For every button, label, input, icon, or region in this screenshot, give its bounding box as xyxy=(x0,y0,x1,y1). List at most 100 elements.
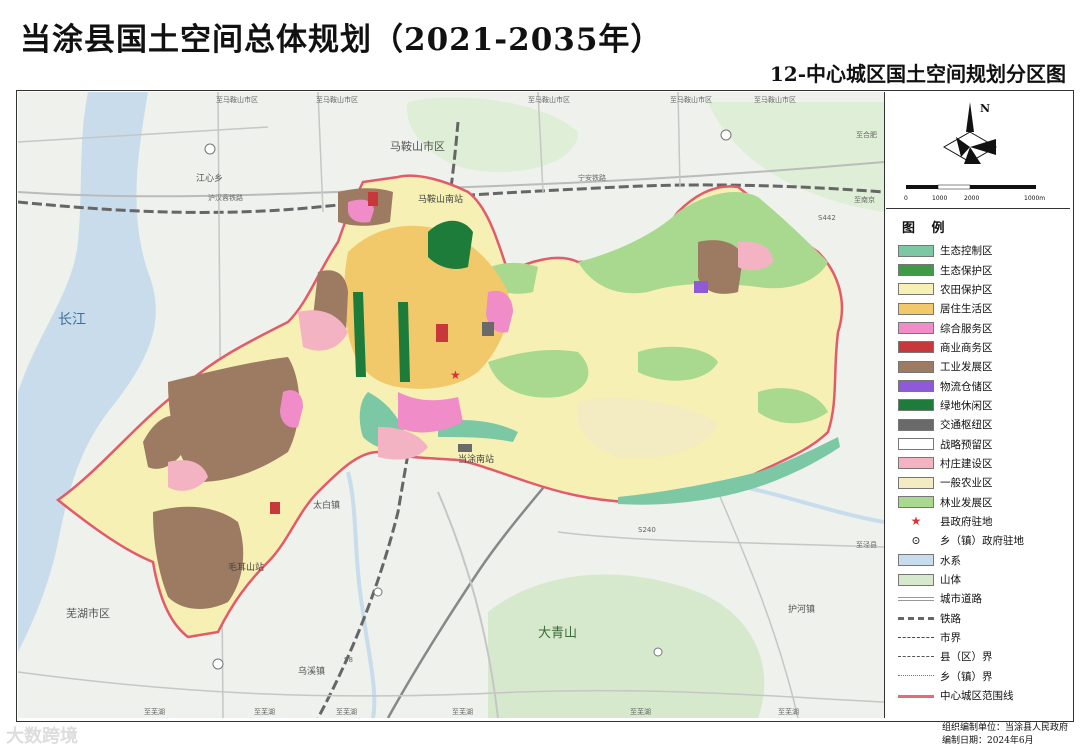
road-label-13: 至芜湖 xyxy=(630,707,651,716)
label-wuling: 乌溪镇 xyxy=(298,665,325,677)
legend-swatch xyxy=(898,554,934,567)
legend-label: 战略预留区 xyxy=(940,438,993,451)
road-label-15: 沪汉蓉铁路 xyxy=(208,193,243,202)
commercial-zone-2 xyxy=(368,192,378,206)
road-label-5: 至马鞍山市区 xyxy=(754,95,796,104)
legend-swatch xyxy=(898,632,934,644)
legend-item: 交通枢纽区 xyxy=(898,415,1024,434)
legend-label: 生态保护区 xyxy=(940,264,993,277)
green-leisure-2 xyxy=(398,302,410,382)
legend-item: 农田保护区 xyxy=(898,280,1024,299)
legend-swatch: ⊙ xyxy=(911,533,921,547)
legend-swatch xyxy=(898,496,934,509)
legend-label: 绿地休闲区 xyxy=(940,399,993,412)
legend-item: 工业发展区 xyxy=(898,357,1024,376)
scale-bar-seg-2 xyxy=(937,184,971,190)
commercial-zone-3 xyxy=(270,502,280,514)
map-subtitle: 12-中心城区国土空间规划分区图 xyxy=(769,62,1066,86)
commercial-zone-1 xyxy=(436,324,448,342)
scale-label-1000: 1000 xyxy=(932,195,947,202)
map-canvas[interactable]: 长江 ★ 马鞍山市区 芜湖市区 大青山 江心乡 太白镇 护河镇 乌溪镇 当涂南站… xyxy=(18,92,885,718)
scale-label-2000: 2000 xyxy=(964,195,979,202)
legend-item: 商业商务区 xyxy=(898,338,1024,357)
legend-item: 乡（镇）界 xyxy=(898,667,1024,686)
legend-item: 村庄建设区 xyxy=(898,454,1024,473)
legend-swatch xyxy=(898,302,934,315)
label-jiangxin: 江心乡 xyxy=(196,173,223,184)
scale-label-end: 1000m xyxy=(1024,195,1045,202)
legend-item: 综合服务区 xyxy=(898,318,1024,337)
road-label-6: 至合肥 xyxy=(856,130,877,139)
legend-swatch xyxy=(898,341,934,354)
legend-label: 一般农业区 xyxy=(940,477,993,490)
scale-bar-seg-1 xyxy=(906,185,938,189)
legend-label: 县政府驻地 xyxy=(940,515,993,528)
footer: 组织编制单位：当涂县人民政府 编制日期：2024年6月 xyxy=(942,722,1068,748)
compass-north-arrow xyxy=(966,102,974,132)
road-label-8: 至泾县 xyxy=(856,541,877,549)
legend-item: 物流仓储区 xyxy=(898,376,1024,395)
road-label-4: 至马鞍山市区 xyxy=(670,95,712,104)
legend-item: 一般农业区 xyxy=(898,473,1024,492)
town-marker-4 xyxy=(373,587,383,597)
legend-label: 水系 xyxy=(940,554,961,567)
label-dangtu-station: 当涂南站 xyxy=(458,453,494,465)
scale-label-0: 0 xyxy=(904,195,908,202)
legend-swatch xyxy=(898,264,934,277)
transport-hub-1 xyxy=(482,322,494,336)
label-changjiang: 长江 xyxy=(58,312,86,328)
legend-item: 战略预留区 xyxy=(898,434,1024,453)
legend-label: 农田保护区 xyxy=(940,283,993,296)
map-svg: 长江 ★ 马鞍山市区 芜湖市区 大青山 江心乡 太白镇 护河镇 乌溪镇 当涂南站… xyxy=(18,92,884,718)
legend-item: ★ 县政府驻地 xyxy=(898,512,1024,531)
legend-swatch xyxy=(898,438,934,451)
compass-east-wedge xyxy=(970,139,996,155)
county-government-marker: ★ xyxy=(450,368,461,382)
legend-swatch xyxy=(898,593,934,605)
legend-swatch xyxy=(898,670,934,682)
legend-swatch xyxy=(898,612,934,624)
legend-swatch xyxy=(898,380,934,393)
legend-swatch: ★ xyxy=(910,514,922,529)
legend-label: 山体 xyxy=(940,574,961,587)
legend-label: 铁路 xyxy=(940,612,961,625)
road-label-7: 至南京 xyxy=(854,195,875,204)
north-label: N xyxy=(980,102,990,115)
legend-swatch xyxy=(898,322,934,335)
label-maanshan-south: 马鞍山南站 xyxy=(418,193,463,205)
legend-swatch xyxy=(898,360,934,373)
legend-label: 县（区）界 xyxy=(940,651,993,664)
road-label-12: 至芜湖 xyxy=(452,707,473,716)
legend-item: 生态控制区 xyxy=(898,241,1024,260)
road-label-14: 至芜湖 xyxy=(778,707,799,716)
road-label-9: 至芜湖 xyxy=(144,707,165,716)
road-label-2: 至马鞍山市区 xyxy=(316,95,358,104)
north-arrow-icon: N 0 1000 2000 1000m xyxy=(904,102,1045,202)
legend-item: 林业发展区 xyxy=(898,492,1024,511)
legend-label: 村庄建设区 xyxy=(940,457,993,470)
legend-label: 物流仓储区 xyxy=(940,380,993,393)
legend-item: 市界 xyxy=(898,628,1024,647)
label-taibai: 太白镇 xyxy=(313,499,340,511)
legend-item: 中心城区范围线 xyxy=(898,686,1024,705)
legend-list: 生态控制区 生态保护区 农田保护区 居住生活区 综合服务区 商业商务区 工业发展区 物流仓储区… xyxy=(898,241,1024,705)
compass-panel: N 0 1000 2000 1000m xyxy=(886,92,1070,209)
legend-item: 铁路 xyxy=(898,609,1024,628)
legend-item: 生态保护区 xyxy=(898,260,1024,279)
legend-label: 城市道路 xyxy=(940,593,982,606)
legend-label: 乡（镇）界 xyxy=(940,670,993,683)
road-label-1: 至马鞍山市区 xyxy=(216,95,258,104)
road-label-18: S240 xyxy=(638,526,656,534)
town-marker-3 xyxy=(212,658,224,670)
legend-title: 图 例 xyxy=(902,221,951,236)
legend-label: 林业发展区 xyxy=(940,496,993,509)
legend-swatch xyxy=(898,244,934,257)
label-maanshan: 马鞍山市区 xyxy=(390,139,445,153)
road-label-11: 至芜湖 xyxy=(336,707,357,716)
legend-item: 水系 xyxy=(898,551,1024,570)
legend-item: 绿地休闲区 xyxy=(898,396,1024,415)
road-label-3: 至马鞍山市区 xyxy=(528,95,570,104)
legend-label: 中心城区范围线 xyxy=(940,690,1014,703)
legend-swatch xyxy=(898,651,934,663)
legend-swatch xyxy=(898,418,934,431)
